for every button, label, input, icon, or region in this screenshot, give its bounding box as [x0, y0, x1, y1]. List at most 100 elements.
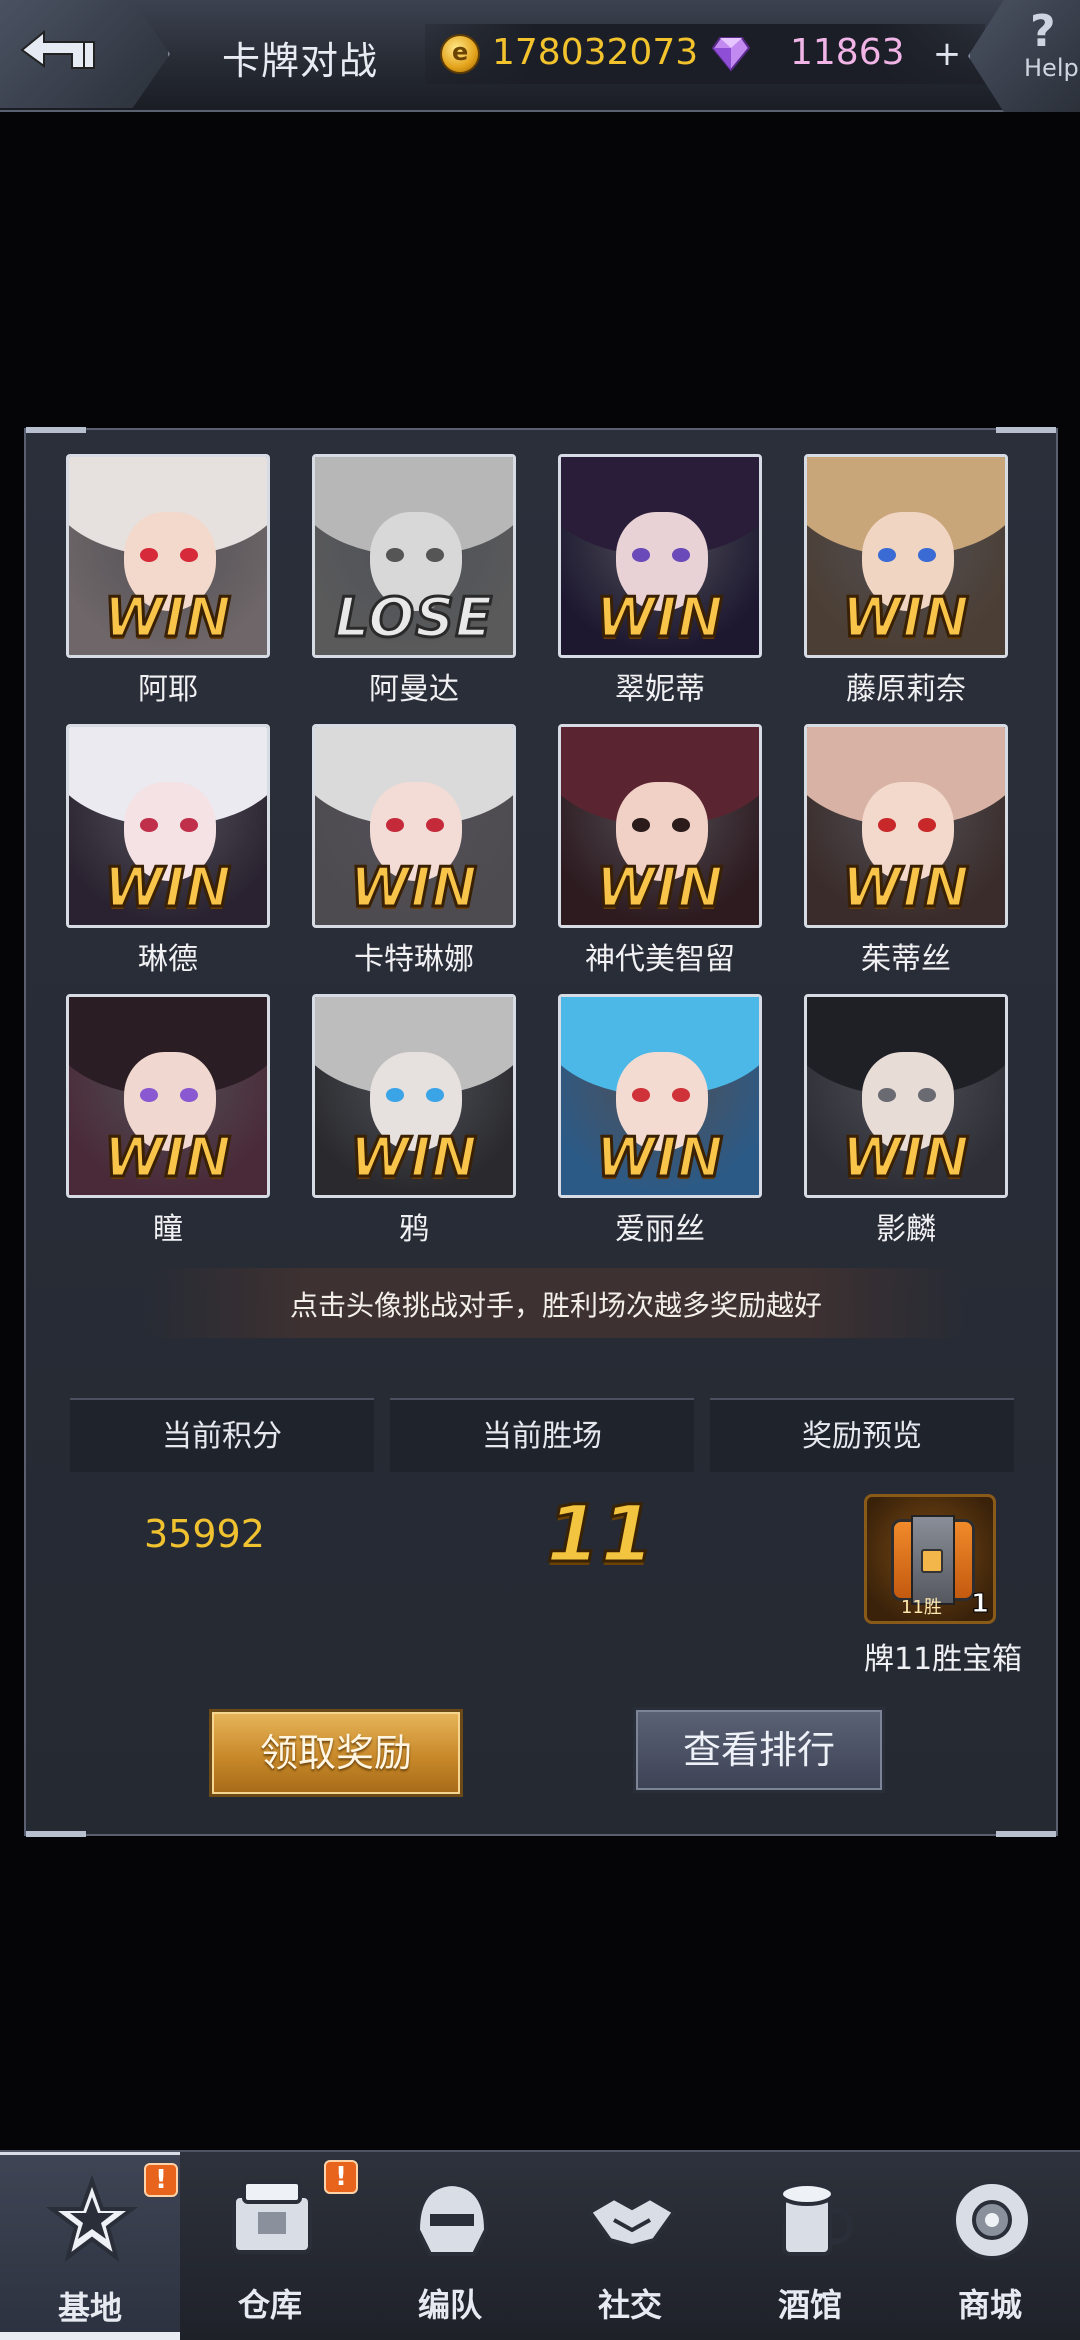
reward-tag: 11胜	[901, 1597, 942, 1618]
portrait-eye	[425, 1088, 444, 1102]
opponent-card[interactable]: WIN 爱丽丝	[558, 994, 762, 1264]
claim-reward-button[interactable]: 领取奖励	[212, 1712, 460, 1794]
add-gems-button[interactable]: +	[928, 36, 966, 74]
opponent-card[interactable]: WIN 鸦	[312, 994, 516, 1264]
squad-helmet-icon	[404, 2172, 500, 2268]
bottom-navigation: ! 基地 ! 仓库 编队 社交 酒馆 商城	[0, 2150, 1080, 2340]
portrait-eye	[671, 1088, 690, 1102]
help-label: Help	[1024, 54, 1079, 82]
portrait-eye	[386, 818, 405, 832]
current-score-header: 当前积分	[70, 1398, 374, 1472]
opponent-card[interactable]: WIN 瞳	[66, 994, 270, 1264]
opponent-name: 神代美智留	[585, 942, 735, 977]
nav-tab[interactable]: 酒馆	[720, 2152, 900, 2340]
portrait-eye	[632, 818, 651, 832]
match-result-label: WIN	[841, 1125, 971, 1191]
opponent-portrait[interactable]: WIN	[804, 994, 1008, 1198]
opponent-card[interactable]: WIN 茱蒂丝	[804, 724, 1008, 994]
nav-tab[interactable]: 商城	[900, 2152, 1080, 2340]
opponent-portrait[interactable]: WIN	[804, 454, 1008, 658]
chest-lock	[921, 1549, 943, 1573]
gold-amount: 178032073	[492, 32, 699, 73]
portrait-eye	[917, 818, 936, 832]
opponent-portrait[interactable]: WIN	[66, 454, 270, 658]
opponent-name: 影麟	[876, 1212, 936, 1247]
warehouse-crate-icon	[224, 2172, 320, 2268]
opponent-portrait[interactable]: WIN	[312, 994, 516, 1198]
portrait-eye	[386, 548, 405, 562]
opponent-card[interactable]: LOSE 阿曼达	[312, 454, 516, 724]
match-result-label: WIN	[349, 855, 479, 921]
panel-corner-decoration	[996, 1831, 1056, 1837]
panel-corner-decoration	[996, 427, 1056, 433]
opponent-card[interactable]: WIN 翠妮蒂	[558, 454, 762, 724]
opponent-name: 阿耶	[138, 672, 198, 707]
nav-tab[interactable]: 编队	[360, 2152, 540, 2340]
opponent-portrait[interactable]: WIN	[312, 724, 516, 928]
opponent-name: 琳德	[138, 942, 198, 977]
portrait-eye	[878, 818, 897, 832]
claim-reward-label: 领取奖励	[259, 1731, 412, 1775]
nav-tab[interactable]: 社交	[540, 2152, 720, 2340]
top-bar: 卡牌对战 178032073 11863 + ? Help	[0, 0, 1080, 112]
reward-name: 牌11胜宝箱	[864, 1642, 1023, 1677]
portrait-eye	[917, 1088, 936, 1102]
opponent-name: 阿曼达	[369, 672, 459, 707]
opponent-card[interactable]: WIN 阿耶	[66, 454, 270, 724]
match-result-label: WIN	[595, 1125, 725, 1191]
help-button[interactable]: ? Help	[968, 0, 1080, 112]
card-battle-panel: WIN 阿耶 LOSE 阿曼达 WIN 翠妮蒂 WIN 藤原莉奈 WIN 琳德 WIN 卡特琳娜 WIN…	[24, 427, 1058, 1837]
tavern-mug-icon	[764, 2172, 860, 2268]
handshake-icon	[584, 2172, 680, 2268]
reward-count: 1	[970, 1589, 989, 1620]
match-result-label: WIN	[349, 1125, 479, 1191]
treasure-chest-icon[interactable]: 11胜 1	[864, 1494, 996, 1624]
back-button[interactable]	[0, 0, 170, 108]
notification-badge: !	[144, 2163, 178, 2197]
match-result-label: WIN	[103, 1125, 233, 1191]
portrait-eye	[425, 548, 444, 562]
portrait-eye	[878, 1088, 897, 1102]
opponent-portrait[interactable]: WIN	[66, 994, 270, 1198]
view-ranking-button[interactable]: 查看排行	[636, 1710, 882, 1790]
opponent-name: 爱丽丝	[615, 1212, 705, 1247]
portrait-eye	[140, 818, 159, 832]
match-result-label: WIN	[595, 855, 725, 921]
opponent-name: 鸦	[399, 1212, 429, 1247]
portrait-eye	[179, 1088, 198, 1102]
page-title: 卡牌对战	[222, 39, 379, 83]
reward-preview-header: 奖励预览	[710, 1398, 1014, 1472]
opponent-card[interactable]: WIN 神代美智留	[558, 724, 762, 994]
opponent-card[interactable]: WIN 藤原莉奈	[804, 454, 1008, 724]
match-result-label: WIN	[103, 585, 233, 651]
opponent-card[interactable]: WIN 卡特琳娜	[312, 724, 516, 994]
opponent-card[interactable]: WIN 琳德	[66, 724, 270, 994]
back-arrow-icon	[20, 29, 95, 69]
view-ranking-label: 查看排行	[682, 1728, 835, 1772]
gold-coin-icon	[440, 34, 480, 74]
nav-tab-label: 酒馆	[777, 2286, 842, 2324]
portrait-eye	[632, 548, 651, 562]
opponent-portrait[interactable]: WIN	[558, 994, 762, 1198]
match-result-label: WIN	[595, 585, 725, 651]
opponent-card[interactable]: WIN 影麟	[804, 994, 1008, 1264]
match-result-label: WIN	[103, 855, 233, 921]
nav-tab[interactable]: ! 基地	[0, 2152, 180, 2340]
opponent-portrait[interactable]: LOSE	[312, 454, 516, 658]
shop-robot-icon	[944, 2172, 1040, 2268]
match-result-label: WIN	[841, 855, 971, 921]
opponent-name: 藤原莉奈	[846, 672, 966, 707]
nav-tab[interactable]: ! 仓库	[180, 2152, 360, 2340]
base-star-icon	[44, 2175, 140, 2271]
nav-tab-label: 商城	[957, 2286, 1022, 2324]
opponent-portrait[interactable]: WIN	[558, 724, 762, 928]
portrait-eye	[140, 1088, 159, 1102]
opponent-portrait[interactable]: WIN	[804, 724, 1008, 928]
nav-tab-label: 基地	[57, 2289, 122, 2327]
nav-tab-label: 编队	[417, 2286, 482, 2324]
opponent-name: 卡特琳娜	[354, 942, 474, 977]
portrait-eye	[671, 818, 690, 832]
diamond-gem-icon	[712, 37, 750, 72]
opponent-portrait[interactable]: WIN	[66, 724, 270, 928]
opponent-portrait[interactable]: WIN	[558, 454, 762, 658]
